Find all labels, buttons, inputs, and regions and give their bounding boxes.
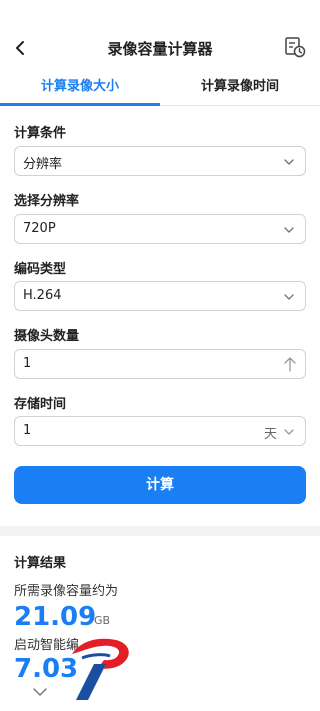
resolution-value: 720P [23, 221, 56, 236]
camera-count-label: 摄像头数量 [14, 329, 80, 344]
condition-select[interactable]: 分辨率 [14, 146, 306, 176]
resolution-select[interactable]: 720P [14, 214, 306, 244]
brand-logo-icon [72, 638, 129, 700]
storage-time-label: 存储时间 [14, 397, 67, 412]
camera-count-value: 1 [23, 356, 32, 371]
condition-label: 计算条件 [14, 126, 67, 141]
history-icon [285, 37, 306, 58]
tab-calc-size[interactable]: 计算录像大小 [0, 72, 160, 106]
calculator-form: 计算条件 分辨率 选择分辨率 720P 编码类型 H.264 摄像头数量 1 存… [0, 106, 320, 526]
encoding-value: H.264 [23, 288, 62, 303]
encoding-select[interactable]: H.264 [14, 281, 306, 311]
tab-bar: 计算录像大小 计算录像时间 [0, 72, 320, 106]
storage-time-input[interactable]: 1 天 [14, 416, 306, 446]
chevron-down-icon [284, 159, 294, 165]
camera-count-input[interactable]: 1 [14, 349, 306, 379]
calculate-button[interactable]: 计算 [14, 466, 306, 504]
smart-encoding-value: 7.03 [14, 654, 79, 684]
results-title: 计算结果 [14, 556, 67, 571]
results-section: 计算结果 所需录像容量约为 21.09 GB 启动智能编 7.03 [0, 536, 320, 711]
resolution-label: 选择分辨率 [14, 194, 80, 209]
chevron-down-icon [284, 227, 294, 233]
condition-value: 分辨率 [23, 157, 63, 172]
chevron-down-icon [284, 294, 294, 300]
storage-time-value: 1 [23, 423, 32, 438]
chevron-down-icon[interactable] [33, 687, 47, 697]
history-button[interactable] [284, 36, 306, 58]
arrow-up-icon[interactable] [283, 356, 297, 372]
tab-calc-time[interactable]: 计算录像时间 [160, 72, 320, 105]
encoding-label: 编码类型 [14, 262, 67, 277]
page-title: 录像容量计算器 [107, 40, 213, 58]
required-capacity-label: 所需录像容量约为 [14, 584, 119, 599]
storage-time-unit[interactable]: 天 [264, 423, 277, 442]
chevron-down-icon[interactable] [283, 426, 295, 438]
